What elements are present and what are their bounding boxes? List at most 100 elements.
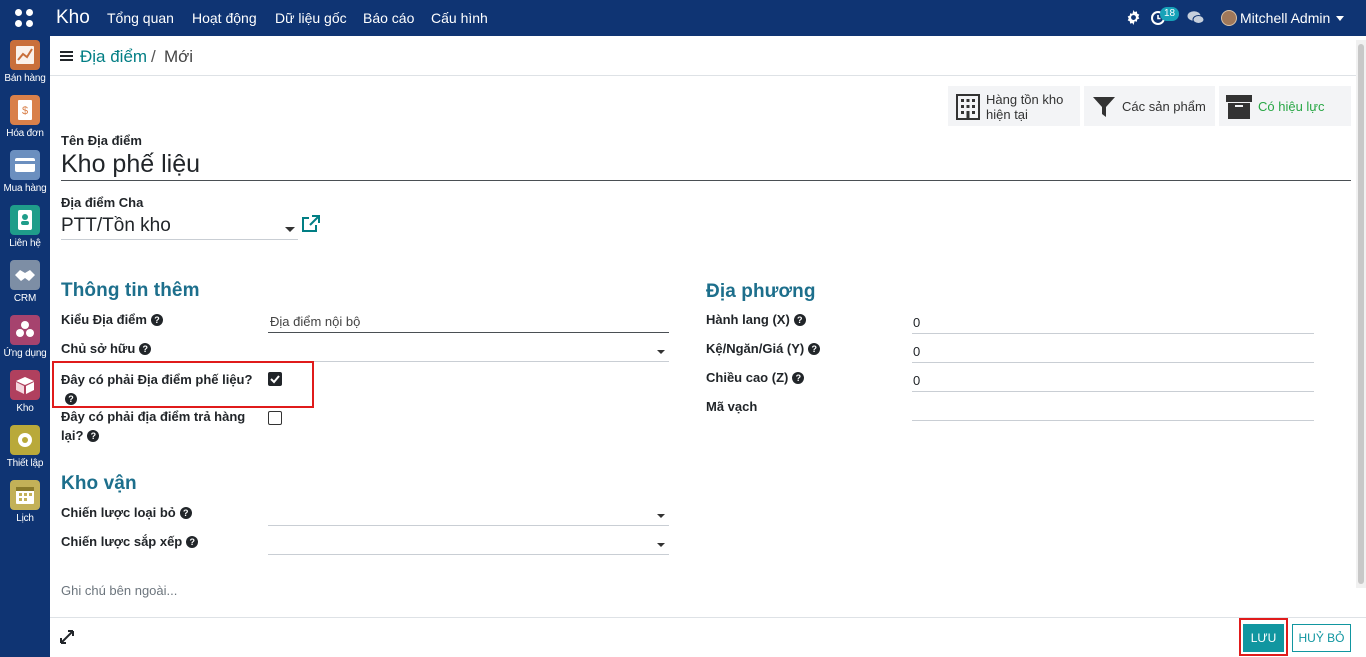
sidebar-item-label: Thiết lập	[6, 458, 44, 469]
top-navbar: Kho Tổng quan Hoạt động Dữ liệu gốc Báo …	[0, 0, 1366, 36]
sidebar-item-label: Bán hàng	[4, 73, 46, 84]
shelves-y-label-text: Kệ/Ngăn/Giá (Y)	[706, 341, 805, 356]
sidebar-item-label: Hóa đơn	[6, 128, 44, 139]
return-location-label: Đây có phải địa điểm trả hàng lại??	[61, 407, 261, 445]
archive-icon	[1226, 95, 1252, 119]
owner-input[interactable]	[268, 361, 669, 362]
building-icon	[956, 94, 980, 120]
location-type-select[interactable]: Địa điểm nội bộ	[270, 314, 360, 329]
corridor-x-label-text: Hành lang (X)	[706, 312, 790, 327]
corridor-x-input[interactable]: 0	[913, 315, 920, 330]
location-name-underline	[61, 180, 1351, 181]
height-z-input[interactable]: 0	[913, 373, 920, 388]
parent-location-label: Địa điểm Cha	[61, 195, 144, 210]
menu-toggle-icon[interactable]	[60, 51, 73, 62]
location-name-label: Tên Địa điểm	[61, 133, 142, 148]
removal-strategy-input[interactable]	[268, 525, 669, 526]
parent-location-input[interactable]: PTT/Tồn kho	[61, 215, 171, 237]
removal-strategy-label: Chiến lược loại bỏ?	[61, 505, 192, 520]
help-icon[interactable]: ?	[179, 507, 192, 519]
corridor-x-underline	[912, 333, 1314, 334]
owner-label: Chủ sở hữu?	[61, 341, 152, 356]
sidebar-item-label: Lịch	[16, 513, 34, 524]
menu-configuration[interactable]: Cấu hình	[431, 10, 488, 26]
help-icon[interactable]: ?	[87, 430, 100, 442]
app-sidebar: Bán hàng $ Hóa đơn Mua hàng Liên hệ CRM …	[0, 36, 50, 657]
apps-grid-icon[interactable]	[15, 9, 35, 29]
breadcrumb-current: Mới	[164, 47, 194, 66]
extra-info-section-title: Thông tin thêm	[61, 280, 200, 301]
help-icon[interactable]: ?	[150, 314, 163, 326]
shelves-y-underline	[912, 362, 1314, 363]
location-type-underline	[268, 332, 669, 333]
menu-operations[interactable]: Hoạt động	[192, 10, 257, 26]
sidebar-item-sales[interactable]: Bán hàng	[0, 40, 50, 84]
owner-dropdown-icon[interactable]	[657, 350, 665, 354]
highlight-box	[52, 361, 314, 408]
parent-location-dropdown-icon[interactable]	[285, 227, 295, 232]
app-name[interactable]: Kho	[56, 7, 90, 29]
card-icon	[10, 150, 40, 180]
shelves-y-label: Kệ/Ngăn/Giá (Y)?	[706, 341, 821, 356]
filter-icon	[1093, 97, 1115, 117]
chat-icon[interactable]	[1187, 10, 1205, 26]
svg-text:$: $	[22, 105, 28, 117]
barcode-input[interactable]	[912, 420, 1314, 421]
height-z-underline	[912, 391, 1314, 392]
parent-location-underline	[61, 239, 298, 240]
help-icon[interactable]: ?	[139, 343, 152, 355]
putaway-strategy-input[interactable]	[268, 554, 669, 555]
putaway-strategy-dropdown-icon[interactable]	[657, 543, 665, 547]
discard-button[interactable]: HUỶ BỎ	[1292, 624, 1351, 652]
help-icon[interactable]: ?	[792, 372, 805, 384]
menu-master-data[interactable]: Dữ liệu gốc	[275, 10, 347, 26]
sidebar-item-crm[interactable]: CRM	[0, 260, 50, 304]
sidebar-item-inventory[interactable]: Kho	[0, 370, 50, 414]
sidebar-item-purchase[interactable]: Mua hàng	[0, 150, 50, 194]
external-note-input[interactable]: Ghi chú bên ngoài...	[61, 583, 177, 598]
logistics-section-title: Kho vận	[61, 473, 137, 494]
help-icon[interactable]: ?	[186, 536, 199, 548]
putaway-strategy-label: Chiến lược sắp xếp?	[61, 534, 199, 549]
sidebar-item-contacts[interactable]: Liên hệ	[0, 205, 50, 249]
stock-on-hand-label: Hàng tồn kho hiện tại	[986, 92, 1064, 122]
sidebar-item-apps[interactable]: Ứng dụng	[0, 315, 50, 359]
user-menu-caret-icon[interactable]	[1336, 16, 1344, 21]
location-type-label-text: Kiểu Địa điểm	[61, 312, 147, 327]
sidebar-item-invoices[interactable]: $ Hóa đơn	[0, 95, 50, 139]
sidebar-item-calendar[interactable]: Lịch	[0, 480, 50, 524]
sidebar-item-label: Kho	[16, 403, 34, 414]
activity-count-badge: 18	[1160, 7, 1180, 21]
products-label: Các sản phẩm	[1122, 99, 1206, 114]
removal-strategy-label-text: Chiến lược loại bỏ	[61, 505, 176, 520]
menu-reports[interactable]: Báo cáo	[363, 10, 414, 26]
cubes-icon	[10, 315, 40, 345]
invoice-icon: $	[10, 95, 40, 125]
location-name-input[interactable]: Kho phế liệu	[61, 150, 200, 179]
user-avatar[interactable]	[1221, 10, 1237, 26]
help-icon[interactable]: ?	[793, 314, 806, 326]
user-name[interactable]: Mitchell Admin	[1240, 10, 1330, 26]
chart-icon	[10, 40, 40, 70]
removal-strategy-dropdown-icon[interactable]	[657, 514, 665, 518]
return-location-checkbox[interactable]	[268, 411, 282, 425]
contact-icon	[10, 205, 40, 235]
gear-icon[interactable]	[1126, 10, 1141, 25]
highlight-box	[1239, 618, 1288, 656]
height-z-label-text: Chiều cao (Z)	[706, 370, 789, 385]
help-icon[interactable]: ?	[808, 343, 821, 355]
active-label: Có hiệu lực	[1258, 99, 1325, 114]
corridor-x-label: Hành lang (X)?	[706, 312, 806, 327]
expand-icon[interactable]	[60, 630, 74, 644]
scrollbar-thumb[interactable]	[1358, 44, 1364, 584]
sidebar-item-label: Mua hàng	[3, 183, 47, 194]
owner-label-text: Chủ sở hữu	[61, 341, 136, 356]
menu-overview[interactable]: Tổng quan	[107, 10, 174, 26]
active-toggle-button[interactable]: Có hiệu lực	[1219, 86, 1351, 126]
stock-on-hand-button[interactable]: Hàng tồn kho hiện tại	[948, 86, 1080, 126]
shelves-y-input[interactable]: 0	[913, 344, 920, 359]
sidebar-item-settings[interactable]: Thiết lập	[0, 425, 50, 469]
external-link-icon[interactable]	[301, 215, 320, 233]
products-button[interactable]: Các sản phẩm	[1084, 86, 1215, 126]
breadcrumb-parent-link[interactable]: Địa điểm	[80, 47, 147, 67]
